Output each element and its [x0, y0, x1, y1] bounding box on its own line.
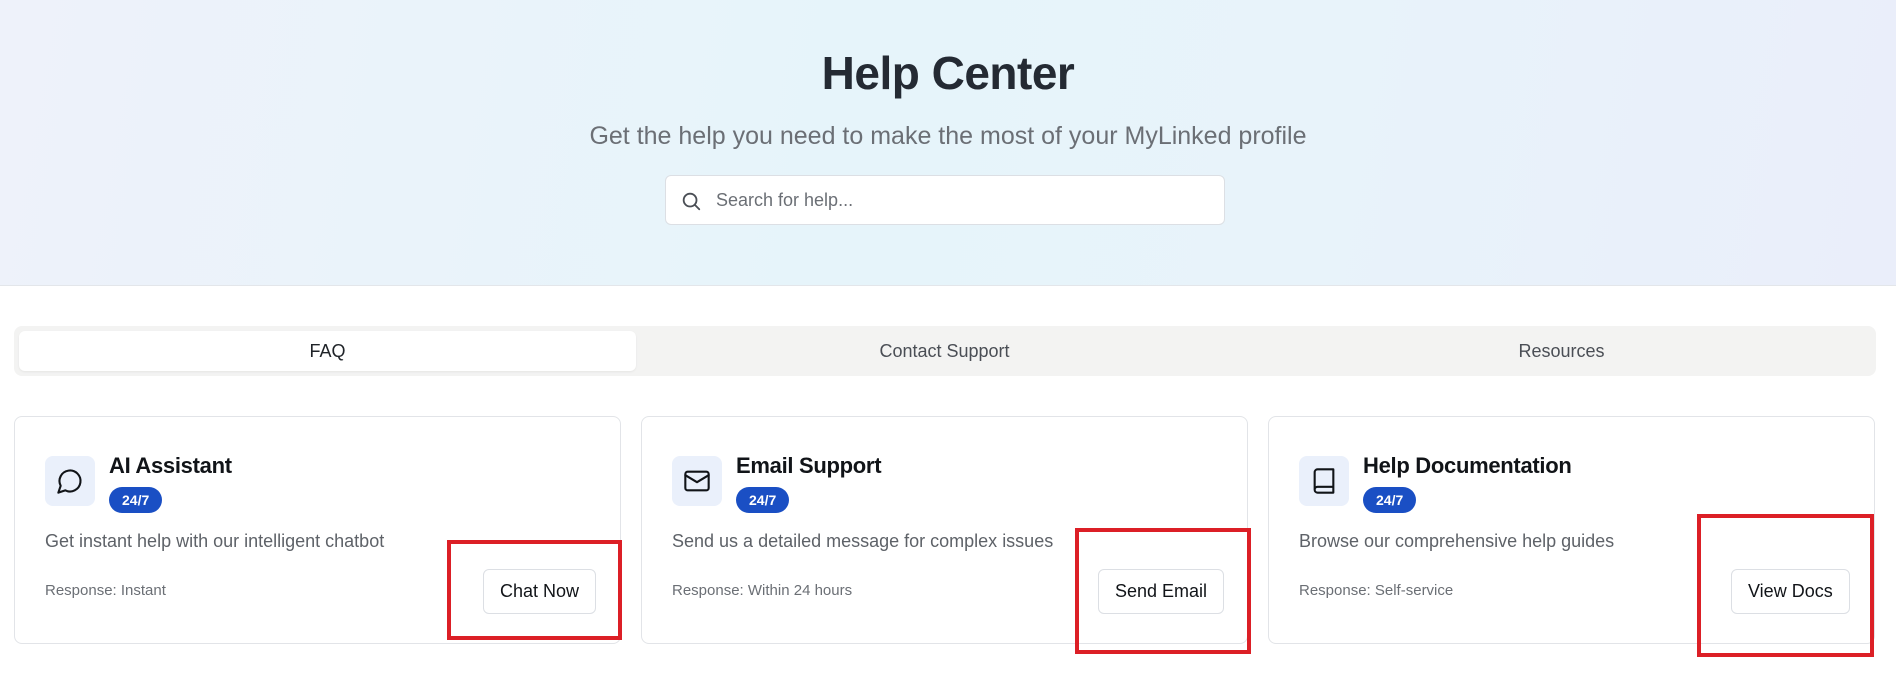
tab-bar: FAQ Contact Support Resources	[14, 326, 1876, 376]
card-description: Browse our comprehensive help guides	[1299, 531, 1615, 551]
card-title: AI Assistant	[109, 453, 232, 478]
card-description: Send us a detailed message for complex i…	[672, 531, 1054, 551]
card-title: Help Documentation	[1363, 453, 1572, 478]
page-subtitle: Get the help you need to make the most o…	[589, 122, 1307, 150]
highlight-box-view-docs	[1697, 514, 1874, 657]
response-time: Response: Self-service	[1299, 582, 1454, 599]
book-icon	[1299, 456, 1349, 506]
search-input[interactable]	[716, 176, 1206, 224]
response-time: Response: Instant	[45, 582, 166, 599]
card-title: Email Support	[736, 453, 882, 478]
card-description: Get instant help with our intelligent ch…	[45, 531, 385, 551]
availability-badge: 24/7	[109, 487, 163, 513]
page-title: Help Center	[821, 47, 1075, 99]
highlight-box-send-email	[1075, 528, 1251, 654]
search-icon	[680, 190, 702, 212]
highlight-box-chat-now	[447, 540, 622, 640]
tab-faq[interactable]: FAQ	[19, 331, 636, 371]
tab-contact-support[interactable]: Contact Support	[636, 331, 1253, 371]
availability-badge: 24/7	[736, 487, 790, 513]
hero-banner: Help Center Get the help you need to mak…	[0, 0, 1896, 286]
chat-bubble-icon	[45, 456, 95, 506]
search-box[interactable]	[665, 175, 1225, 225]
mail-icon	[672, 456, 722, 506]
response-time: Response: Within 24 hours	[672, 582, 853, 599]
tab-resources[interactable]: Resources	[1253, 331, 1870, 371]
availability-badge: 24/7	[1363, 487, 1417, 513]
